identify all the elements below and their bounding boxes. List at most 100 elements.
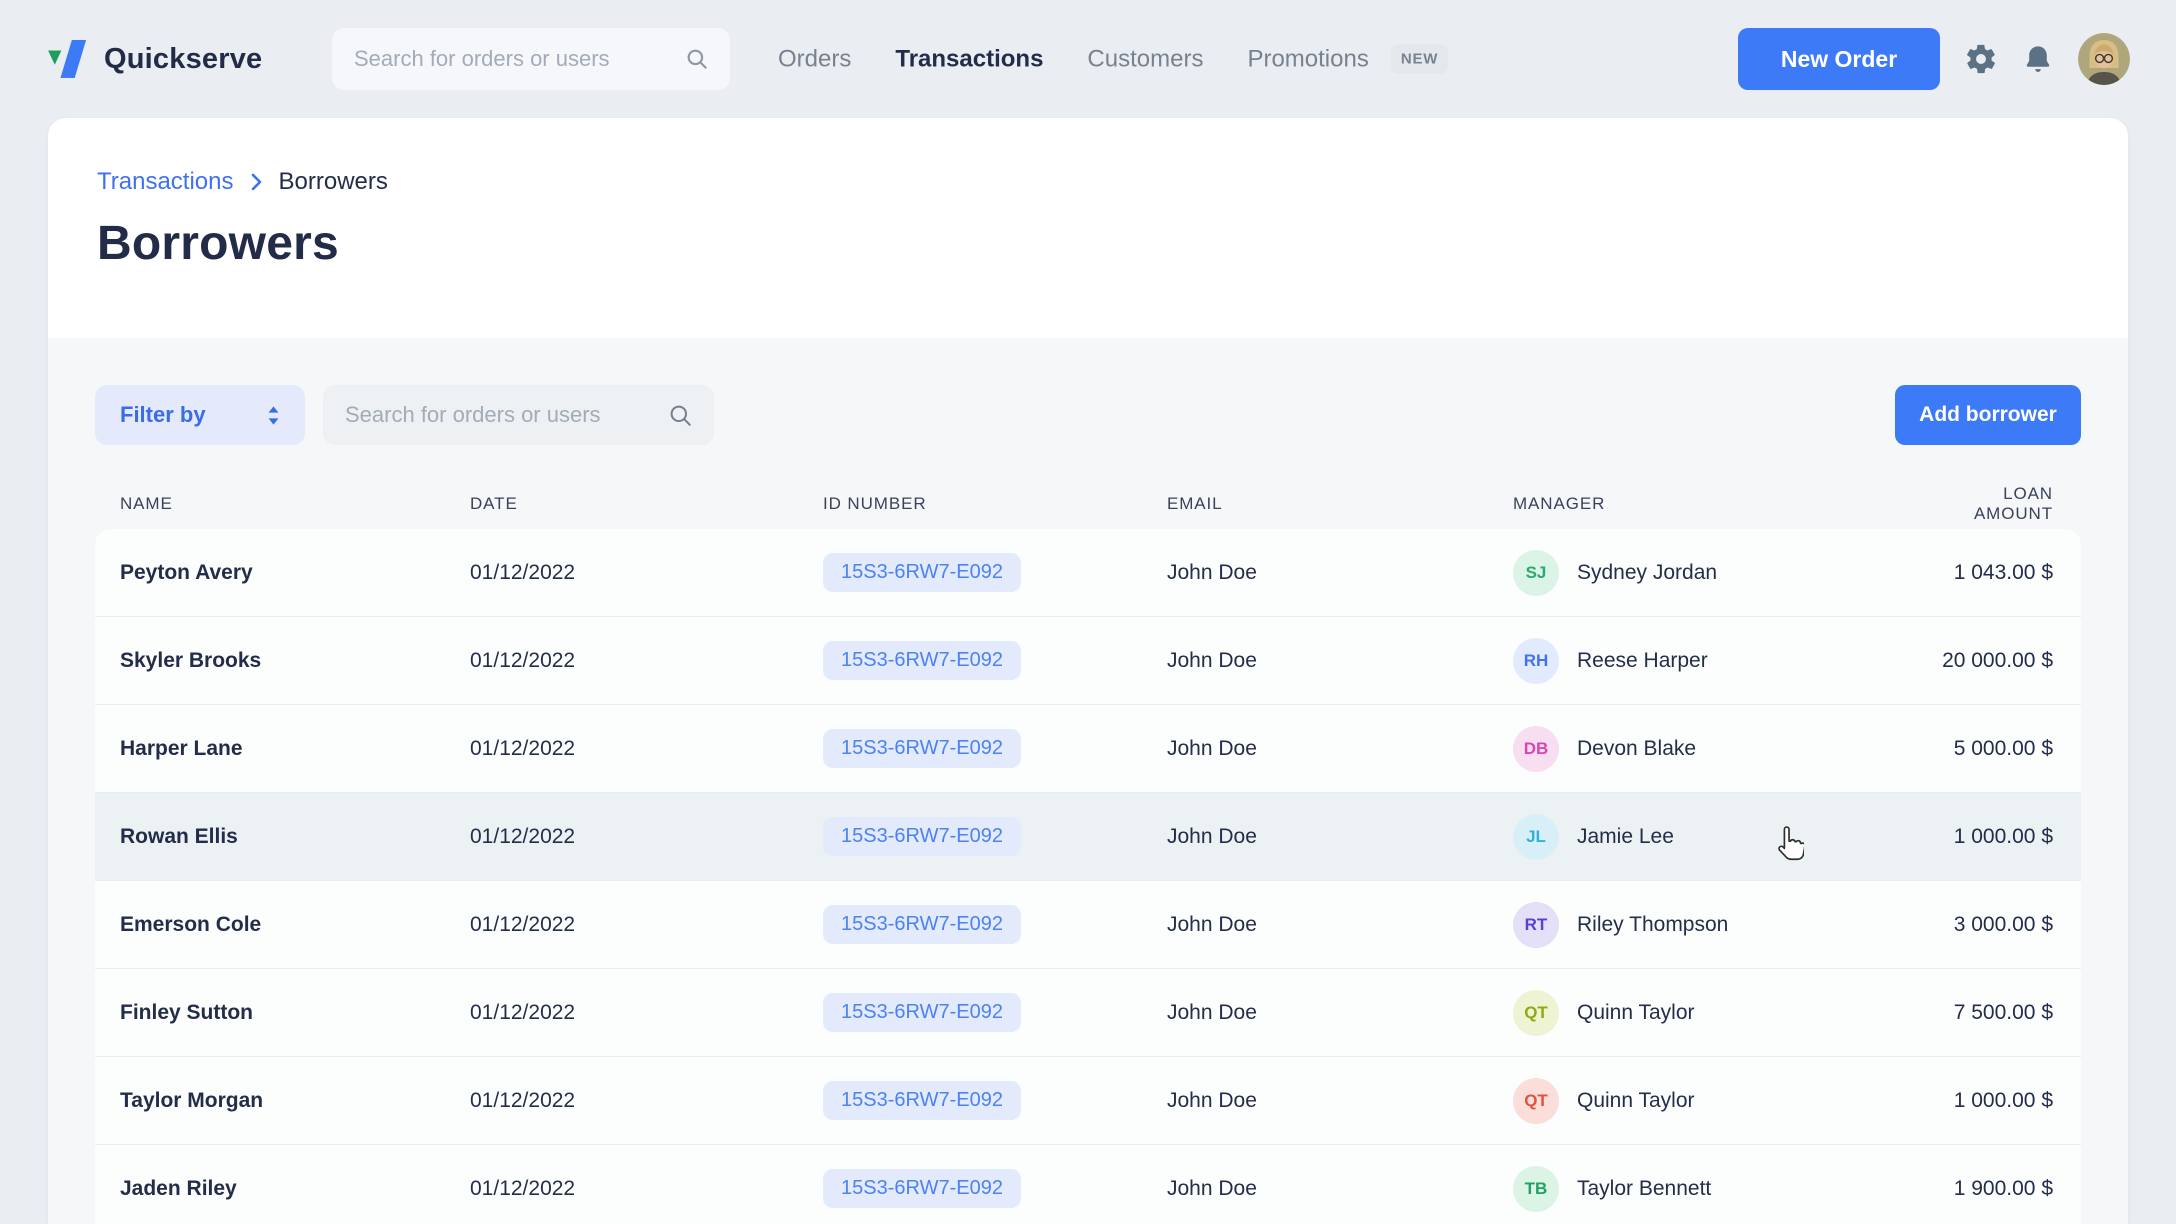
row-manager: SJ Sydney Jordan <box>1513 550 1933 596</box>
id-number-chip[interactable]: 15S3-6RW7-E092 <box>823 729 1021 768</box>
table-column-headers: NAME DATE ID NUMBER EMAIL MANAGER LOAN A… <box>95 484 2081 506</box>
brand[interactable]: Quickserve <box>48 40 262 78</box>
manager-name: Jamie Lee <box>1577 825 1674 849</box>
manager-avatar: RT <box>1513 902 1559 948</box>
top-nav: Quickserve Orders Transactions Customers… <box>0 0 2176 118</box>
nav-search-input[interactable] <box>352 45 684 73</box>
table-row[interactable]: Skyler Brooks 01/12/2022 15S3-6RW7-E092 … <box>95 617 2081 705</box>
nav-item-orders[interactable]: Orders <box>778 45 851 73</box>
row-id-cell: 15S3-6RW7-E092 <box>823 729 1167 768</box>
id-number-chip[interactable]: 15S3-6RW7-E092 <box>823 641 1021 680</box>
row-id-cell: 15S3-6RW7-E092 <box>823 1081 1167 1120</box>
row-email: John Doe <box>1167 1001 1513 1025</box>
main-card: Transactions Borrowers Borrowers Filter … <box>48 118 2128 1224</box>
manager-name: Devon Blake <box>1577 737 1696 761</box>
column-header-date: DATE <box>470 494 823 514</box>
row-date: 01/12/2022 <box>470 1001 823 1025</box>
search-icon <box>667 402 694 429</box>
row-date: 01/12/2022 <box>470 1089 823 1113</box>
loan-amount: 7 500.00 $ <box>1933 1001 2053 1025</box>
row-date: 01/12/2022 <box>470 649 823 673</box>
filter-by-label: Filter by <box>120 402 206 428</box>
borrowers-table: Peyton Avery 01/12/2022 15S3-6RW7-E092 J… <box>95 529 2081 1224</box>
settings-gear-icon[interactable] <box>1964 42 1998 76</box>
manager-avatar: RH <box>1513 638 1559 684</box>
row-manager: QT Quinn Taylor <box>1513 990 1933 1036</box>
manager-name: Riley Thompson <box>1577 913 1728 937</box>
id-number-chip[interactable]: 15S3-6RW7-E092 <box>823 553 1021 592</box>
borrower-name: Harper Lane <box>120 737 470 761</box>
page-header: Transactions Borrowers Borrowers <box>48 118 2128 338</box>
row-email: John Doe <box>1167 737 1513 761</box>
manager-avatar: SJ <box>1513 550 1559 596</box>
row-email: John Doe <box>1167 649 1513 673</box>
table-row[interactable]: Rowan Ellis 01/12/2022 15S3-6RW7-E092 Jo… <box>95 793 2081 881</box>
id-number-chip[interactable]: 15S3-6RW7-E092 <box>823 905 1021 944</box>
id-number-chip[interactable]: 15S3-6RW7-E092 <box>823 1169 1021 1208</box>
table-row[interactable]: Taylor Morgan 01/12/2022 15S3-6RW7-E092 … <box>95 1057 2081 1145</box>
id-number-chip[interactable]: 15S3-6RW7-E092 <box>823 817 1021 856</box>
new-badge: NEW <box>1391 45 1448 74</box>
user-avatar[interactable] <box>2078 33 2130 85</box>
row-id-cell: 15S3-6RW7-E092 <box>823 817 1167 856</box>
column-header-manager: MANAGER <box>1513 494 1933 514</box>
column-header-email: EMAIL <box>1167 494 1513 514</box>
row-email: John Doe <box>1167 1177 1513 1201</box>
borrower-name: Peyton Avery <box>120 561 470 585</box>
search-icon <box>684 46 710 72</box>
row-id-cell: 15S3-6RW7-E092 <box>823 553 1167 592</box>
borrower-name: Jaden Riley <box>120 1177 470 1201</box>
row-id-cell: 15S3-6RW7-E092 <box>823 905 1167 944</box>
manager-avatar: TB <box>1513 1166 1559 1212</box>
table-row[interactable]: Harper Lane 01/12/2022 15S3-6RW7-E092 Jo… <box>95 705 2081 793</box>
loan-amount: 1 043.00 $ <box>1933 561 2053 585</box>
id-number-chip[interactable]: 15S3-6RW7-E092 <box>823 1081 1021 1120</box>
toolbar: Filter by Add borrower <box>95 385 2081 445</box>
nav-item-customers[interactable]: Customers <box>1087 45 1203 73</box>
nav-item-promotions[interactable]: Promotions <box>1247 45 1368 73</box>
filter-by-dropdown[interactable]: Filter by <box>95 385 305 445</box>
table-row[interactable]: Emerson Cole 01/12/2022 15S3-6RW7-E092 J… <box>95 881 2081 969</box>
manager-avatar: JL <box>1513 814 1559 860</box>
row-email: John Doe <box>1167 825 1513 849</box>
nav-links: Orders Transactions Customers Promotions… <box>778 45 1448 74</box>
new-order-button[interactable]: New Order <box>1738 28 1940 90</box>
manager-name: Quinn Taylor <box>1577 1089 1695 1113</box>
row-manager: JL Jamie Lee <box>1513 814 1933 860</box>
loan-amount: 1 000.00 $ <box>1933 1089 2053 1113</box>
loan-amount: 1 000.00 $ <box>1933 825 2053 849</box>
row-email: John Doe <box>1167 913 1513 937</box>
borrower-name: Emerson Cole <box>120 913 470 937</box>
row-id-cell: 15S3-6RW7-E092 <box>823 641 1167 680</box>
nav-item-transactions[interactable]: Transactions <box>895 45 1043 73</box>
table-row[interactable]: Jaden Riley 01/12/2022 15S3-6RW7-E092 Jo… <box>95 1145 2081 1224</box>
table-row[interactable]: Finley Sutton 01/12/2022 15S3-6RW7-E092 … <box>95 969 2081 1057</box>
table-search-input[interactable] <box>343 401 667 429</box>
table-search <box>323 385 714 445</box>
row-manager: RT Riley Thompson <box>1513 902 1933 948</box>
row-id-cell: 15S3-6RW7-E092 <box>823 993 1167 1032</box>
row-date: 01/12/2022 <box>470 561 823 585</box>
row-date: 01/12/2022 <box>470 825 823 849</box>
column-header-name: NAME <box>120 494 470 514</box>
breadcrumb: Transactions Borrowers <box>97 168 2079 196</box>
borrower-name: Taylor Morgan <box>120 1089 470 1113</box>
column-header-id: ID NUMBER <box>823 494 1167 514</box>
brand-logo-icon <box>48 40 90 78</box>
id-number-chip[interactable]: 15S3-6RW7-E092 <box>823 993 1021 1032</box>
add-borrower-button[interactable]: Add borrower <box>1895 385 2081 445</box>
content-section: Filter by Add borrower NAME <box>48 338 2128 1224</box>
breadcrumb-transactions-link[interactable]: Transactions <box>97 168 234 196</box>
sort-arrows-icon <box>267 406 280 425</box>
row-date: 01/12/2022 <box>470 913 823 937</box>
notifications-bell-icon[interactable] <box>2022 42 2054 76</box>
table-row[interactable]: Peyton Avery 01/12/2022 15S3-6RW7-E092 J… <box>95 529 2081 617</box>
row-email: John Doe <box>1167 1089 1513 1113</box>
row-date: 01/12/2022 <box>470 1177 823 1201</box>
nav-actions: New Order <box>1738 28 2130 90</box>
manager-avatar: DB <box>1513 726 1559 772</box>
nav-search <box>332 28 730 90</box>
row-manager: RH Reese Harper <box>1513 638 1933 684</box>
manager-name: Taylor Bennett <box>1577 1177 1711 1201</box>
row-manager: TB Taylor Bennett <box>1513 1166 1933 1212</box>
